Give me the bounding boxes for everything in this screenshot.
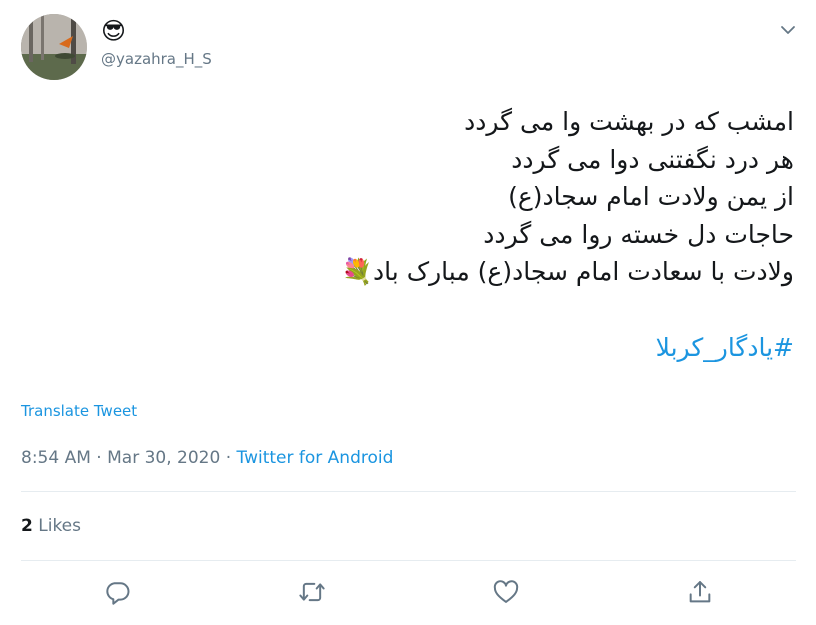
retweet-icon[interactable] — [298, 578, 326, 606]
likes-count[interactable]: 2 Likes — [21, 516, 81, 536]
tweet-text: امشب که در بهشت وا می گردد هر درد نگفتنی… — [94, 103, 794, 366]
tweet-date[interactable]: Mar 30, 2020 — [107, 448, 220, 468]
tweet-line: هر درد نگفتنی دوا می گردد — [511, 144, 794, 174]
likes-label: Likes — [32, 516, 81, 536]
tweet-meta: 8:54 AM · Mar 30, 2020 · Twitter for And… — [21, 448, 393, 468]
hashtag-link[interactable]: #یادگار_کربلا — [94, 329, 794, 367]
tweet-line: ولادت با سعادت امام سجاد(ع) مبارک باد💐 — [341, 257, 794, 287]
heart-icon[interactable] — [492, 578, 520, 606]
share-icon[interactable] — [686, 578, 714, 606]
meta-separator: · — [220, 448, 237, 468]
divider — [21, 491, 796, 492]
tweet-source-link[interactable]: Twitter for Android — [237, 448, 394, 468]
divider — [21, 560, 796, 561]
chevron-down-icon[interactable] — [778, 20, 798, 40]
avatar[interactable] — [21, 14, 87, 80]
meta-separator: · — [90, 448, 108, 468]
likes-number: 2 — [21, 516, 33, 536]
tweet-line: از یمن ولادت امام سجاد(ع) — [508, 182, 794, 212]
tweet-line: حاجات دل خسته روا می گردد — [483, 219, 794, 249]
tweet-line: امشب که در بهشت وا می گردد — [464, 107, 794, 136]
translate-tweet-link[interactable]: Translate Tweet — [21, 402, 137, 420]
display-name[interactable]: 😎 — [101, 16, 126, 46]
avatar-image — [21, 14, 87, 80]
reply-icon[interactable] — [104, 578, 132, 606]
tweet-time[interactable]: 8:54 AM — [21, 448, 91, 468]
user-handle[interactable]: @yazahra_H_S — [101, 50, 212, 68]
